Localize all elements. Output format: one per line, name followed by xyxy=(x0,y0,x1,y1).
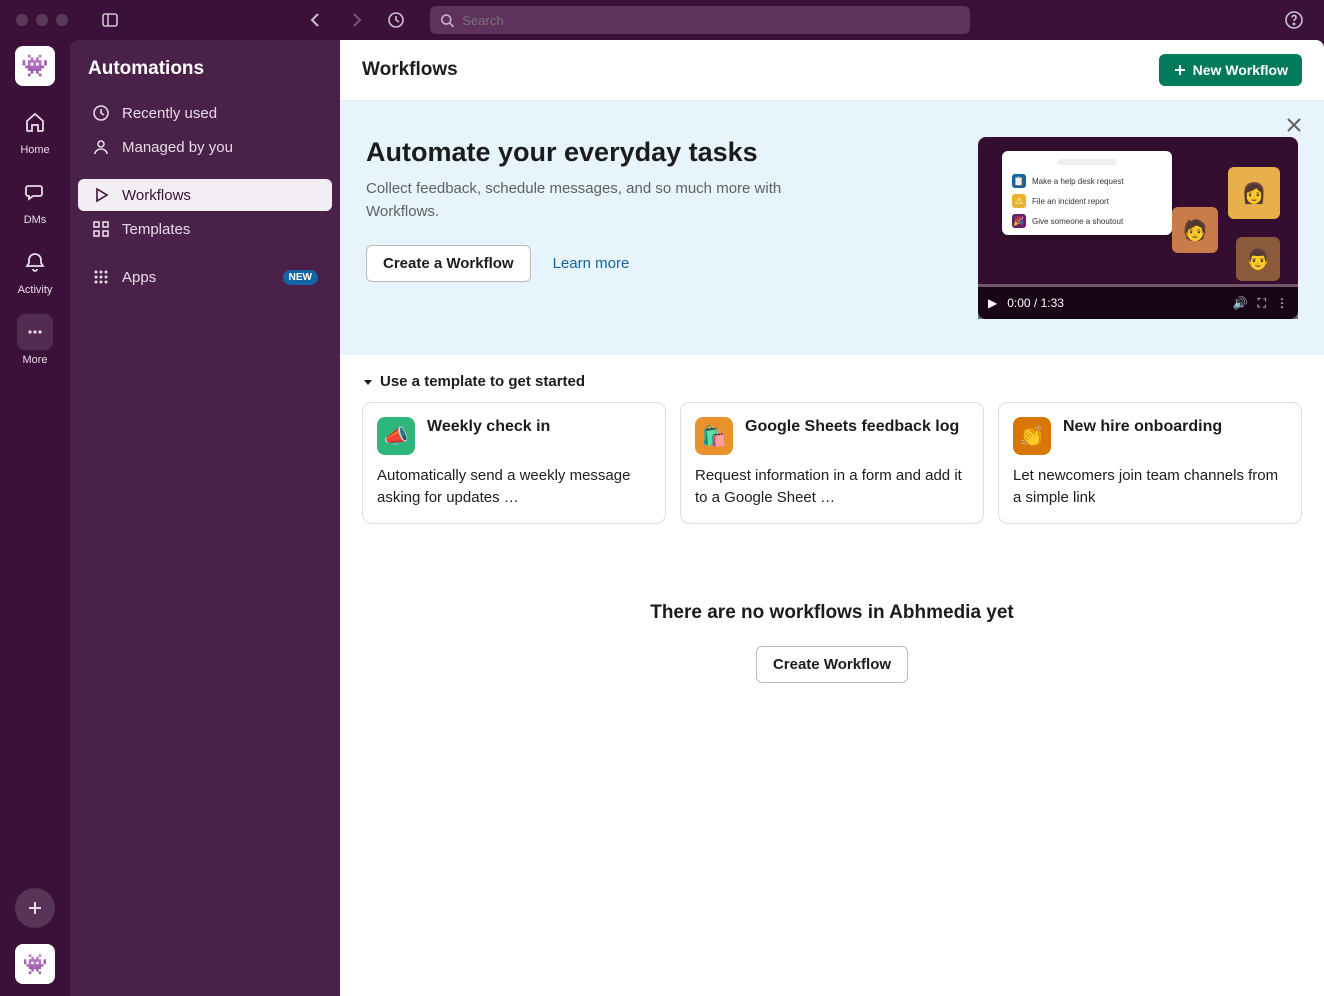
history-icon[interactable] xyxy=(382,6,410,34)
new-workflow-button[interactable]: New Workflow xyxy=(1159,54,1302,86)
template-card-onboarding[interactable]: 👏 New hire onboarding Let newcomers join… xyxy=(998,402,1302,524)
play-icon[interactable]: ▶ xyxy=(988,296,997,310)
titlebar xyxy=(0,0,1324,40)
nav-more[interactable]: More xyxy=(17,314,53,366)
page-title: Workflows xyxy=(362,59,458,81)
create-new-button[interactable] xyxy=(15,888,55,928)
clap-icon: 👏 xyxy=(1013,417,1051,455)
create-workflow-button[interactable]: Create a Workflow xyxy=(366,245,531,282)
minimize-window[interactable] xyxy=(36,14,48,26)
nav-activity-label: Activity xyxy=(18,284,53,296)
sidebar-item-recently-used[interactable]: Recently used xyxy=(78,97,332,129)
templates-header-label: Use a template to get started xyxy=(380,373,585,390)
sidebar-item-label: Recently used xyxy=(122,105,217,122)
sidebar-item-apps[interactable]: Apps NEW xyxy=(78,261,332,293)
fullscreen-icon[interactable]: ⛶ xyxy=(1258,296,1266,311)
learn-more-link[interactable]: Learn more xyxy=(553,255,630,272)
search-input[interactable] xyxy=(462,13,960,28)
more-icon xyxy=(17,314,53,350)
apps-icon xyxy=(92,268,110,286)
sidebar-item-label: Managed by you xyxy=(122,139,233,156)
clock-icon xyxy=(92,104,110,122)
new-badge: NEW xyxy=(283,270,318,285)
help-icon[interactable] xyxy=(1280,6,1308,34)
volume-icon[interactable]: 🔊 xyxy=(1233,296,1248,310)
sidebar-item-label: Apps xyxy=(122,269,156,286)
nav-home[interactable]: Home xyxy=(17,104,53,156)
template-desc: Automatically send a weekly message aski… xyxy=(377,465,651,509)
workspace-icon-bottom[interactable]: 👾 xyxy=(15,944,55,984)
back-icon[interactable] xyxy=(302,6,330,34)
empty-state: There are no workflows in Abhmedia yet C… xyxy=(340,542,1324,743)
close-window[interactable] xyxy=(16,14,28,26)
template-card-sheets-feedback[interactable]: 🛍️ Google Sheets feedback log Request in… xyxy=(680,402,984,524)
sidebar-item-managed-by-you[interactable]: Managed by you xyxy=(78,131,332,163)
workspace-switcher[interactable]: 👾 xyxy=(15,46,55,86)
user-icon xyxy=(92,138,110,156)
close-hero-icon[interactable] xyxy=(1284,115,1304,135)
main-content: Workflows New Workflow Automate your eve… xyxy=(340,40,1324,996)
search-icon xyxy=(440,13,454,28)
grid-icon xyxy=(92,220,110,238)
template-title: Weekly check in xyxy=(427,417,550,437)
sidebar-item-templates[interactable]: Templates xyxy=(78,213,332,245)
sidebar-title: Automations xyxy=(70,58,340,96)
template-card-weekly-checkin[interactable]: 📣 Weekly check in Automatically send a w… xyxy=(362,402,666,524)
template-title: Google Sheets feedback log xyxy=(745,417,959,437)
new-workflow-label: New Workflow xyxy=(1193,62,1288,78)
home-icon xyxy=(17,104,53,140)
templates-toggle[interactable]: Use a template to get started xyxy=(362,373,1302,390)
video-time: 0:00 / 1:33 xyxy=(1007,296,1064,310)
sidebar-item-workflows[interactable]: Workflows xyxy=(78,179,332,211)
window-controls xyxy=(16,14,68,26)
template-desc: Let newcomers join team channels from a … xyxy=(1013,465,1287,509)
workspace-rail: 👾 Home DMs Activity More 👾 xyxy=(0,40,70,996)
nav-dms-label: DMs xyxy=(24,214,47,226)
templates-section: Use a template to get started 📣 Weekly c… xyxy=(340,355,1324,542)
caret-down-icon xyxy=(362,376,374,388)
megaphone-icon: 📣 xyxy=(377,417,415,455)
hero-banner: Automate your everyday tasks Collect fee… xyxy=(340,101,1324,355)
nav-more-label: More xyxy=(22,354,47,366)
sidebar-item-label: Workflows xyxy=(122,187,191,204)
nav-dms[interactable]: DMs xyxy=(17,174,53,226)
video-controls[interactable]: ▶ 0:00 / 1:33 🔊 ⛶ ⋮ xyxy=(978,287,1298,319)
video-preview-card: 📋Make a help desk request ⚠File an incid… xyxy=(1002,151,1172,235)
maximize-window[interactable] xyxy=(56,14,68,26)
plus-icon xyxy=(1173,63,1187,77)
video-menu-icon[interactable]: ⋮ xyxy=(1276,296,1288,310)
sidebar-toggle-icon[interactable] xyxy=(96,6,124,34)
play-icon xyxy=(92,186,110,204)
main-header: Workflows New Workflow xyxy=(340,40,1324,101)
sidebar-item-label: Templates xyxy=(122,221,190,238)
empty-heading: There are no workflows in Abhmedia yet xyxy=(340,602,1324,624)
nav-activity[interactable]: Activity xyxy=(17,244,53,296)
hero-heading: Automate your everyday tasks xyxy=(366,137,948,168)
hero-subtext: Collect feedback, schedule messages, and… xyxy=(366,178,786,223)
template-title: New hire onboarding xyxy=(1063,417,1222,437)
search-bar[interactable] xyxy=(430,6,970,34)
sheets-icon: 🛍️ xyxy=(695,417,733,455)
activity-icon xyxy=(17,244,53,280)
create-workflow-empty-button[interactable]: Create Workflow xyxy=(756,646,908,683)
sidebar: Automations Recently used Managed by you… xyxy=(70,40,340,996)
dms-icon xyxy=(17,174,53,210)
nav-home-label: Home xyxy=(20,144,49,156)
forward-icon[interactable] xyxy=(342,6,370,34)
hero-video[interactable]: 📋Make a help desk request ⚠File an incid… xyxy=(978,137,1298,319)
template-desc: Request information in a form and add it… xyxy=(695,465,969,509)
